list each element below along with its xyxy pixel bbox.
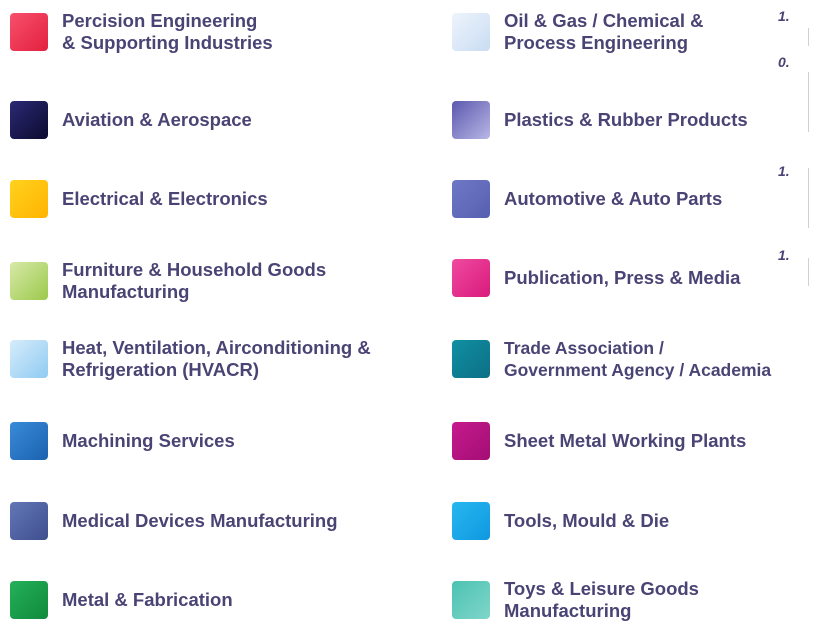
color-swatch: [10, 340, 48, 378]
industry-label: Metal & Fabrication: [62, 589, 233, 610]
industry-item: Percision Engineering & Supporting Indus…: [10, 10, 273, 54]
industry-item: Aviation & Aerospace: [10, 101, 252, 139]
industry-item: Plastics & Rubber Products: [452, 101, 748, 139]
color-swatch: [10, 581, 48, 619]
edge-divider: [808, 168, 809, 228]
industry-label: Heat, Ventilation, Airconditioning & Ref…: [62, 337, 371, 380]
color-swatch: [452, 13, 490, 51]
industry-item: Trade Association / Government Agency / …: [452, 337, 771, 381]
color-swatch: [452, 502, 490, 540]
industry-label: Trade Association / Government Agency / …: [504, 338, 772, 380]
industry-item: Automotive & Auto Parts: [452, 180, 722, 218]
color-swatch: [10, 101, 48, 139]
color-swatch: [452, 180, 490, 218]
industry-item: Electrical & Electronics: [10, 180, 268, 218]
industry-label: Machining Services: [62, 430, 235, 451]
industry-item: Oil & Gas / Chemical & Process Engineeri…: [452, 10, 703, 54]
industry-label: Publication, Press & Media: [504, 267, 741, 288]
industry-item: Heat, Ventilation, Airconditioning & Ref…: [10, 337, 371, 381]
color-swatch: [10, 422, 48, 460]
color-swatch: [10, 180, 48, 218]
industry-label: Oil & Gas / Chemical & Process Engineeri…: [504, 10, 704, 53]
industry-item: Machining Services: [10, 422, 235, 460]
color-swatch: [452, 581, 490, 619]
industry-label: Percision Engineering & Supporting Indus…: [62, 10, 273, 53]
edge-divider: [808, 258, 809, 286]
industry-item: Furniture & Household Goods Manufacturin…: [10, 259, 326, 303]
color-swatch: [452, 422, 490, 460]
color-swatch: [10, 262, 48, 300]
edge-label: 1.: [778, 163, 790, 179]
industry-item: Metal & Fabrication: [10, 581, 233, 619]
color-swatch: [452, 340, 490, 378]
industry-label: Automotive & Auto Parts: [504, 188, 723, 209]
industry-item: Tools, Mould & Die: [452, 502, 669, 540]
industry-label: Sheet Metal Working Plants: [504, 430, 747, 451]
edge-divider: [808, 28, 809, 46]
industry-label: Medical Devices Manufacturing: [62, 510, 338, 531]
color-swatch: [10, 502, 48, 540]
industry-item: Publication, Press & Media: [452, 259, 740, 297]
industry-label: Plastics & Rubber Products: [504, 109, 748, 130]
color-swatch: [452, 259, 490, 297]
industry-item: Medical Devices Manufacturing: [10, 502, 338, 540]
edge-label: 1.: [778, 8, 790, 24]
color-swatch: [10, 13, 48, 51]
edge-label: 1.: [778, 247, 790, 263]
color-swatch: [452, 101, 490, 139]
edge-divider: [808, 72, 809, 132]
industry-label: Toys & Leisure Goods Manufacturing: [504, 578, 699, 621]
industry-label: Furniture & Household Goods Manufacturin…: [62, 259, 327, 302]
industry-label: Tools, Mould & Die: [504, 510, 670, 531]
industry-item: Toys & Leisure Goods Manufacturing: [452, 578, 699, 622]
industry-label: Aviation & Aerospace: [62, 109, 252, 130]
edge-label: 0.: [778, 54, 790, 70]
industry-label: Electrical & Electronics: [62, 188, 268, 209]
industry-item: Sheet Metal Working Plants: [452, 422, 746, 460]
